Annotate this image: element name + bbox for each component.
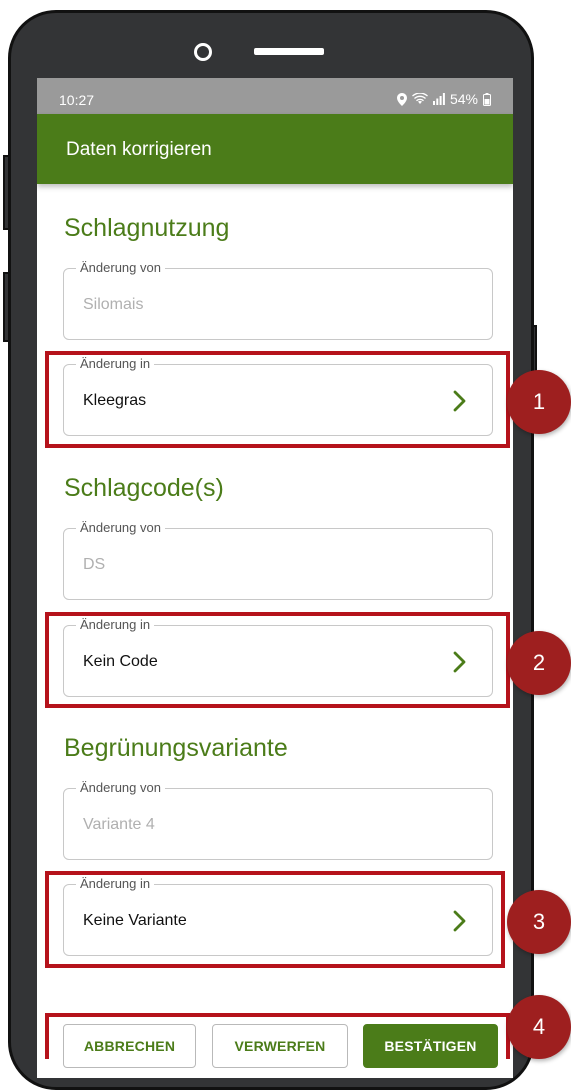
- front-camera: [194, 43, 212, 61]
- signal-icon: [432, 93, 445, 105]
- status-bar: 10:27 54%: [37, 78, 513, 114]
- page-title: Daten korrigieren: [66, 139, 212, 160]
- battery-percent: 54%: [449, 91, 478, 107]
- field-label: Änderung von: [76, 520, 165, 535]
- highlight-box-3: [45, 871, 505, 968]
- callout-badge-2: 2: [507, 631, 571, 695]
- callout-badge-4: 4: [507, 995, 571, 1059]
- field-from-schlagnutzung: Änderung von Silomais: [63, 260, 493, 340]
- section-title-begruenungsvariante: Begrünungsvariante: [64, 734, 288, 762]
- section-title-schlagnutzung: Schlagnutzung: [64, 214, 230, 242]
- field-label: Änderung von: [76, 780, 165, 795]
- callout-badge-3: 3: [507, 890, 571, 954]
- wifi-icon: [412, 93, 428, 104]
- earpiece-speaker: [254, 48, 324, 55]
- field-from-schlagcode: Änderung von DS: [63, 520, 493, 600]
- callout-badge-1: 1: [507, 370, 571, 434]
- field-value: DS: [83, 556, 106, 573]
- highlight-box-1: [45, 351, 510, 448]
- section-title-schlagcode: Schlagcode(s): [64, 474, 224, 502]
- location-icon: [396, 92, 407, 106]
- highlight-box-2: [45, 612, 510, 708]
- field-label: Änderung von: [76, 260, 165, 275]
- field-value: Variante 4: [83, 816, 155, 833]
- highlight-box-4: [45, 1013, 510, 1059]
- status-time: 10:27: [59, 92, 95, 108]
- app-bar: Daten korrigieren: [37, 114, 513, 184]
- field-value: Silomais: [83, 296, 144, 313]
- field-from-begruenungsvariante: Änderung von Variante 4: [63, 780, 493, 860]
- status-icons: 54%: [396, 91, 491, 107]
- battery-icon: [483, 92, 491, 106]
